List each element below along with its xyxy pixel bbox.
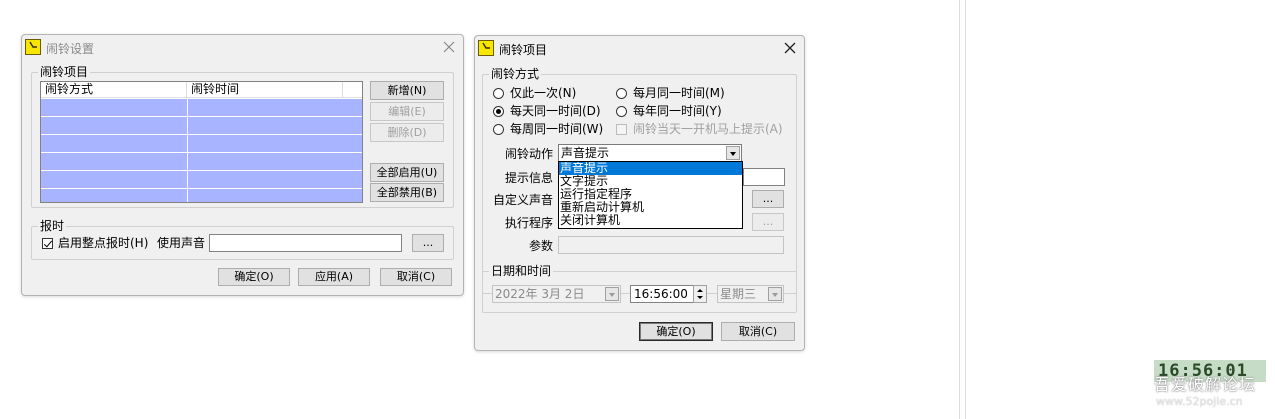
list-row[interactable]: [41, 117, 362, 135]
title-bar[interactable]: 闹铃项目: [475, 36, 804, 60]
column-header-time[interactable]: 闹铃时间: [187, 82, 343, 98]
time-value: 16:56:00: [634, 287, 688, 301]
alarm-settings-dialog: 闹铃设置 闹铃项目 闹铃方式 闹铃时间 新增(N) 编辑(E) 删除(D) 全部…: [21, 34, 464, 296]
chevron-down-icon[interactable]: [726, 146, 740, 160]
startup-remind-checkbox[interactable]: [616, 124, 627, 135]
panel-divider: [965, 0, 966, 419]
watermark-site-name: 吾爱破解论坛: [1154, 375, 1257, 394]
mode-monthly-label[interactable]: 每月同一时间(M): [633, 86, 725, 100]
alarm-clock-icon: [478, 40, 494, 56]
list-row[interactable]: [41, 135, 362, 153]
action-select[interactable]: 声音提示: [558, 144, 742, 162]
action-label: 闹铃动作: [505, 147, 554, 161]
time-spinner[interactable]: [693, 285, 707, 303]
mode-weekly-label[interactable]: 每周同一时间(W): [510, 122, 603, 136]
edit-button[interactable]: 编辑(E): [370, 102, 444, 121]
group-label: 闹铃项目: [38, 65, 91, 79]
custom-sound-label: 自定义声音: [493, 193, 554, 207]
weekday-select[interactable]: 星期三: [717, 285, 784, 303]
program-label: 执行程序: [505, 216, 554, 230]
ok-button[interactable]: 确定(O): [639, 322, 713, 341]
mode-daily-radio[interactable]: [493, 106, 504, 117]
group-label: 闹铃方式: [489, 67, 542, 81]
mode-monthly-radio[interactable]: [616, 88, 627, 99]
list-header: 闹铃方式 闹铃时间: [41, 82, 362, 98]
startup-remind-label[interactable]: 闹铃当天一开机马上提示(A): [633, 122, 783, 136]
action-dropdown-list[interactable]: 声音提示 文字提示 运行指定程序 重新启动计算机 关闭计算机: [558, 161, 743, 229]
cancel-button[interactable]: 取消(C): [380, 268, 452, 286]
use-sound-label: 使用声音: [157, 236, 206, 250]
dropdown-option[interactable]: 文字提示: [559, 175, 742, 188]
column-header-mode[interactable]: 闹铃方式: [41, 82, 187, 98]
enable-all-button[interactable]: 全部启用(U): [370, 163, 444, 182]
hourly-chime-checkbox[interactable]: [42, 238, 53, 249]
window-title: 闹铃设置: [46, 42, 95, 56]
message-label: 提示信息: [505, 171, 554, 185]
dropdown-option[interactable]: 运行指定程序: [559, 188, 742, 201]
ok-button[interactable]: 确定(O): [218, 268, 290, 286]
dropdown-option[interactable]: 关闭计算机: [559, 214, 742, 227]
group-label: 报时: [38, 219, 67, 233]
chevron-down-icon[interactable]: [768, 287, 782, 301]
close-icon[interactable]: [441, 39, 457, 55]
browse-sound-button[interactable]: ...: [412, 234, 444, 252]
time-input[interactable]: 16:56:00: [630, 285, 698, 303]
dropdown-option[interactable]: 声音提示: [559, 162, 742, 175]
mode-weekly-radio[interactable]: [493, 124, 504, 135]
site-watermark: 16:56:01 吾爱破解论坛 www.52pojie.cn: [1150, 358, 1268, 414]
mode-once-label[interactable]: 仅此一次(N): [510, 86, 576, 100]
mode-once-radio[interactable]: [493, 88, 504, 99]
column-header-extra[interactable]: [343, 82, 362, 98]
weekday-value: 星期三: [720, 287, 757, 301]
browse-sound-button[interactable]: ...: [752, 190, 784, 208]
add-button[interactable]: 新增(N): [370, 81, 444, 100]
mode-yearly-radio[interactable]: [616, 106, 627, 117]
delete-button[interactable]: 删除(D): [370, 123, 444, 142]
cancel-button[interactable]: 取消(C): [721, 322, 795, 341]
action-select-value: 声音提示: [561, 146, 610, 160]
list-row[interactable]: [41, 171, 362, 189]
apply-button[interactable]: 应用(A): [298, 268, 370, 286]
window-title: 闹铃项目: [499, 43, 548, 57]
mode-yearly-label[interactable]: 每年同一时间(Y): [633, 104, 722, 118]
alarm-list[interactable]: 闹铃方式 闹铃时间: [40, 81, 363, 203]
date-picker[interactable]: 2022年 3月 2日: [492, 285, 621, 303]
date-value: 2022年 3月 2日: [495, 287, 585, 301]
watermark-url: www.52pojie.cn: [1156, 395, 1243, 408]
disable-all-button[interactable]: 全部禁用(B): [370, 183, 444, 202]
params-input[interactable]: [558, 236, 784, 254]
alarm-item-dialog: 闹铃项目 闹铃方式 仅此一次(N) 每月同一时间(M) 每天同一时间(D) 每年…: [474, 35, 805, 351]
browse-program-button[interactable]: ...: [752, 213, 784, 231]
group-label: 日期和时间: [489, 264, 554, 278]
message-input[interactable]: [743, 168, 785, 186]
chevron-down-icon[interactable]: [605, 287, 619, 301]
params-label: 参数: [529, 239, 554, 253]
dropdown-option[interactable]: 重新启动计算机: [559, 201, 742, 214]
close-icon[interactable]: [782, 40, 798, 56]
chime-sound-input[interactable]: [209, 234, 402, 252]
title-bar[interactable]: 闹铃设置: [22, 35, 463, 59]
alarm-clock-icon: [25, 39, 41, 55]
list-row[interactable]: [41, 153, 362, 171]
panel-divider: [959, 0, 960, 419]
mode-daily-label[interactable]: 每天同一时间(D): [510, 104, 601, 118]
list-row[interactable]: [41, 189, 362, 202]
hourly-chime-label[interactable]: 启用整点报时(H): [58, 236, 148, 250]
list-row[interactable]: [41, 99, 362, 117]
